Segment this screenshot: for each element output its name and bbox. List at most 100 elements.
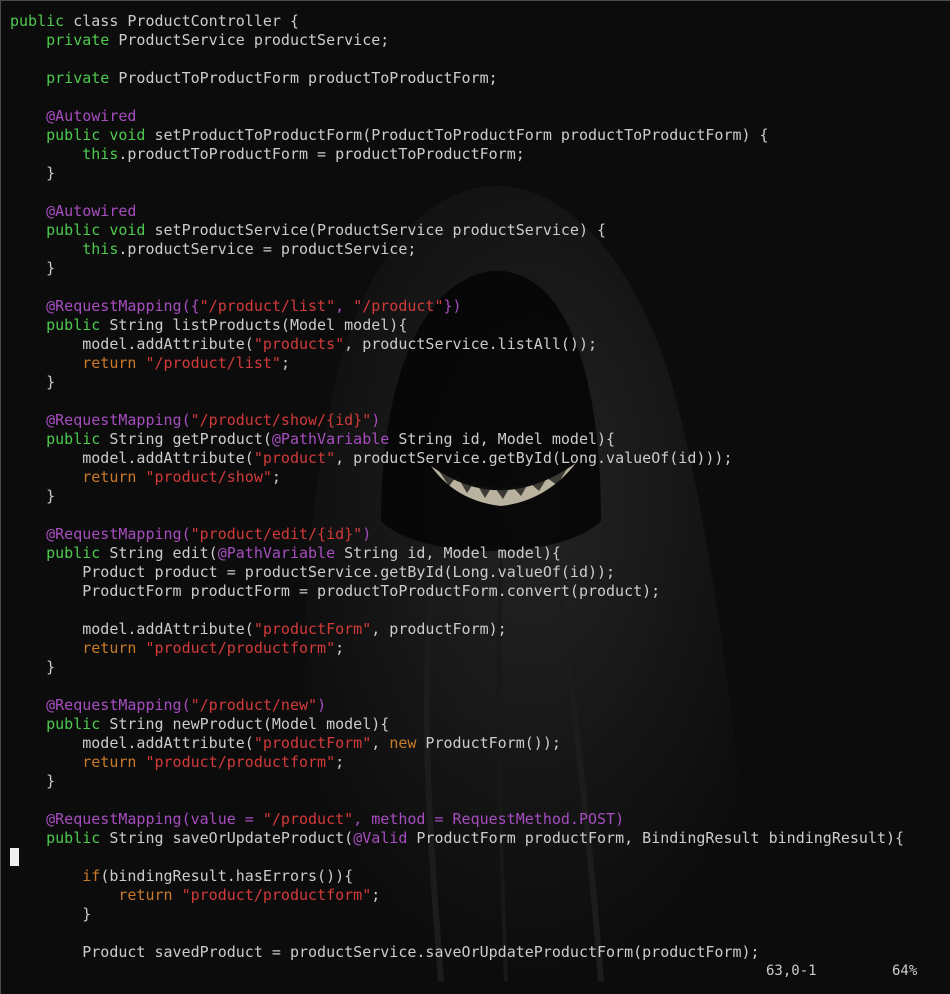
code-token: "product" (253, 449, 336, 467)
code-line: this.productService = productService; (10, 240, 904, 259)
code-token: private (46, 31, 110, 49)
code-line: private ProductService productService; (10, 31, 904, 50)
code-token: this (82, 145, 119, 163)
code-token: .productService = productService; (118, 240, 417, 258)
code-token: setProductService(ProductService product… (145, 221, 607, 239)
code-line: return "product/productform"; (10, 886, 904, 905)
code-line: public String edit(@PathVariable String … (10, 544, 904, 563)
code-buffer[interactable]: public class ProductController { private… (10, 12, 904, 962)
code-token: public (46, 221, 101, 239)
code-token: @RequestMapping({ (46, 297, 200, 315)
cursor-position: 63,0-1 (766, 963, 817, 979)
code-token: ; (335, 639, 345, 657)
code-token: "product/show" (145, 468, 272, 486)
code-token: } (10, 373, 56, 391)
code-line: @RequestMapping({"/product/list", "/prod… (10, 297, 904, 316)
code-token: "product/productform" (145, 753, 336, 771)
code-token: public (10, 12, 65, 30)
code-token: private (46, 69, 110, 87)
code-token: ; (271, 468, 281, 486)
code-line: model.addAttribute("productForm", new Pr… (10, 734, 904, 753)
code-token: String id, Model model){ (335, 544, 561, 562)
code-token: void (109, 126, 146, 144)
code-token: class ProductController { (73, 12, 299, 30)
code-line: } (10, 259, 904, 278)
code-line: public class ProductController { (10, 12, 904, 31)
code-line: @RequestMapping("product/edit/{id}") (10, 525, 904, 544)
code-token: public (46, 715, 101, 733)
code-token: public (46, 544, 101, 562)
code-token: (bindingResult.hasErrors()){ (100, 867, 354, 885)
code-token: } (10, 905, 92, 923)
code-line: public void setProductToProductForm(Prod… (10, 126, 904, 145)
code-token: "/product/list" (145, 354, 281, 372)
terminal-window[interactable]: public class ProductController { private… (0, 0, 950, 994)
code-token: ; (335, 753, 345, 771)
code-line: public String listProducts(Model model){ (10, 316, 904, 335)
code-line: } (10, 487, 904, 506)
code-token: @RequestMapping( (46, 411, 191, 429)
code-line: return "product/productform"; (10, 753, 904, 772)
code-token: model.addAttribute( (10, 449, 254, 467)
code-token: .productToProductForm = productToProduct… (118, 145, 525, 163)
code-token: , productService.listAll()); (344, 335, 598, 353)
code-token: "/product" (262, 810, 354, 828)
code-line: @RequestMapping("/product/new") (10, 696, 904, 715)
code-token: } (10, 487, 56, 505)
code-token: "product/productform" (145, 639, 336, 657)
code-token: return (82, 753, 137, 771)
code-token: String getProduct( (100, 430, 272, 448)
code-token: "products" (253, 335, 345, 353)
code-token: ProductForm()); (416, 734, 561, 752)
code-line: @Autowired (10, 202, 904, 221)
code-token: if (82, 867, 101, 885)
code-line: if(bindingResult.hasErrors()){ (10, 867, 904, 886)
code-token: } (10, 658, 56, 676)
code-line: public String saveOrUpdateProduct(@Valid… (10, 829, 904, 848)
code-token: , (335, 297, 354, 315)
code-token: } (10, 164, 56, 182)
code-token: ) (362, 525, 372, 543)
code-token: public (46, 430, 101, 448)
code-line: @RequestMapping(value = "/product", meth… (10, 810, 904, 829)
code-token: @Autowired (46, 107, 137, 125)
code-line: } (10, 905, 904, 924)
code-token: "product/edit/{id}" (190, 525, 363, 543)
code-line: model.addAttribute("products", productSe… (10, 335, 904, 354)
code-token: @RequestMapping( (46, 696, 191, 714)
code-token: ) (371, 411, 381, 429)
code-token: void (109, 221, 146, 239)
code-token: String listProducts(Model model){ (100, 316, 408, 334)
code-token: ProductForm productForm, BindingResult b… (407, 829, 905, 847)
code-line: public String newProduct(Model model){ (10, 715, 904, 734)
code-token: "/product/list" (199, 297, 336, 315)
code-token: Product savedProduct = productService.sa… (10, 943, 760, 961)
code-token: ProductForm productForm = productToProdu… (10, 582, 661, 600)
code-token: public (46, 829, 101, 847)
code-token: String edit( (100, 544, 218, 562)
code-line: } (10, 658, 904, 677)
code-token: } (10, 259, 56, 277)
code-line: model.addAttribute("product", productSer… (10, 449, 904, 468)
code-token: ; (371, 886, 381, 904)
